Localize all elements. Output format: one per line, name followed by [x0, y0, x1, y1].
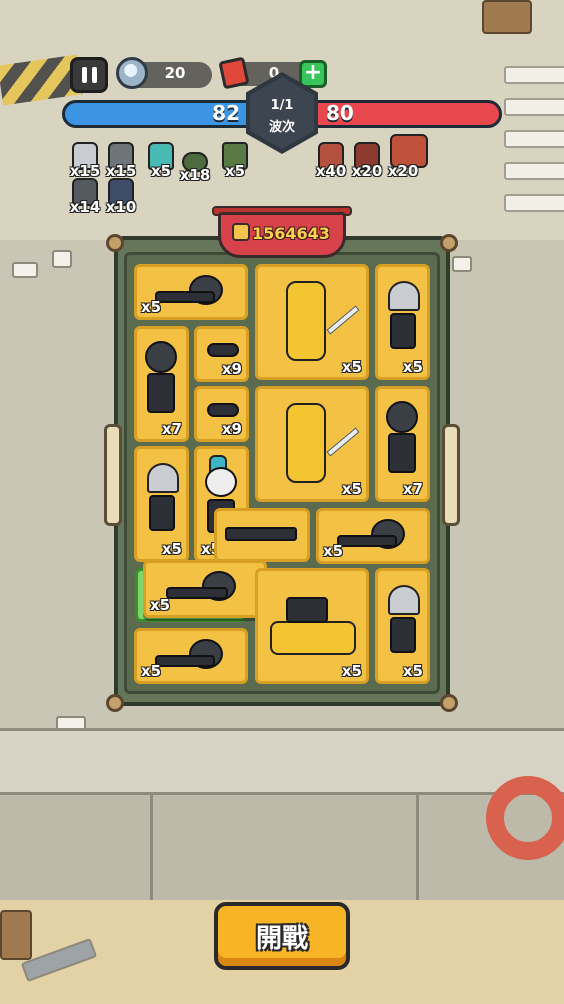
player-unit-swordsman: x15 — [104, 142, 136, 180]
enemy-unit-soldier: x40 — [314, 142, 346, 180]
corner-bolt — [440, 234, 458, 252]
player-unit-mech: x10 — [104, 178, 136, 216]
soldier-body-icon — [388, 433, 416, 473]
unit-card-crawler[interactable]: x5 — [134, 628, 248, 684]
drone-icon — [207, 343, 239, 357]
curb — [0, 728, 564, 795]
swordsman-body-icon — [390, 313, 416, 349]
wave-progress: 1/1 — [270, 98, 294, 113]
corner-bolt — [106, 694, 124, 712]
crosswalk-stripe — [504, 194, 564, 212]
unit-card-masked-soldier[interactable]: x7 — [375, 386, 430, 502]
silver-hair-icon — [147, 463, 179, 493]
gas-mask-icon — [386, 401, 418, 433]
unit-card-mech-knight[interactable]: x5 — [255, 386, 369, 502]
stone-wall — [0, 792, 564, 905]
wall-joint — [150, 792, 153, 902]
life-ring-icon — [486, 776, 564, 860]
energy-blade-icon — [326, 305, 360, 335]
player-hp-value: 82 — [212, 101, 240, 125]
unit-card-silver-swordsman[interactable]: x5 — [375, 568, 430, 684]
unit-card-tank[interactable]: x5 — [255, 568, 369, 684]
gem-icon — [116, 57, 148, 89]
crawler-body-icon — [155, 291, 215, 303]
unit-card-crawler[interactable]: x5 — [134, 264, 248, 320]
heavy-rifle-icon — [225, 527, 297, 541]
enemy-hp-value: 80 — [326, 101, 354, 125]
scroll-handle-right — [442, 424, 460, 526]
add-ticket-button[interactable]: + — [299, 60, 327, 88]
mech-knight-icon — [286, 403, 326, 483]
player-unit-silver-hair: x15 — [68, 142, 100, 180]
rifle-card[interactable] — [214, 508, 310, 562]
wave-label: 波次 — [268, 120, 295, 135]
player-unit-teal-hair: x5 — [144, 142, 174, 180]
unit-card-drone[interactable]: x9 — [194, 386, 249, 442]
enemy-unit-tank: x20 — [386, 134, 428, 180]
signpost-debris — [0, 910, 32, 960]
player-unit-tank: x5 — [218, 142, 248, 180]
wall-joint — [416, 792, 419, 902]
pause-button[interactable] — [70, 57, 108, 93]
crawler-body-icon — [337, 535, 397, 547]
corner-bolt — [440, 694, 458, 712]
unit-card-masked-soldier[interactable]: x7 — [134, 326, 189, 442]
crate-debris — [482, 0, 532, 34]
crosswalk-stripe — [504, 162, 564, 180]
silver-hair-icon — [388, 585, 420, 615]
gem-count: 20 — [164, 64, 186, 82]
soldier-body-icon — [147, 373, 175, 413]
swordsman-body-icon — [390, 617, 416, 653]
player-unit-drone: x18 — [178, 146, 210, 184]
enemy-unit-brute: x20 — [350, 142, 382, 180]
crawler-body-icon — [166, 587, 228, 599]
unit-card-silver-swordsman[interactable]: x5 — [375, 264, 430, 380]
fist-icon — [232, 223, 250, 241]
trash-debris — [52, 250, 72, 268]
tank-body-icon — [270, 621, 356, 655]
crawler-body-icon — [155, 655, 215, 667]
ticket-icon — [218, 56, 250, 90]
silver-hair-icon — [388, 281, 420, 311]
tank-turret-icon — [286, 597, 328, 623]
unit-card-crawler-dragging[interactable]: x5 — [143, 560, 267, 618]
trash-debris — [452, 256, 472, 272]
total-power: 1564643 — [252, 224, 330, 243]
drone-icon — [207, 403, 239, 417]
energy-blade-icon — [326, 427, 360, 457]
swordsman-body-icon — [149, 495, 175, 531]
unit-card-crawler[interactable]: x5 — [316, 508, 430, 564]
pause-icon — [81, 67, 87, 83]
unit-card-mech-knight[interactable]: x5 — [255, 264, 369, 380]
crosswalk-stripe — [504, 130, 564, 148]
unit-card-drone[interactable]: x9 — [194, 326, 249, 382]
crosswalk-stripe — [504, 66, 564, 84]
visor-face-icon — [205, 467, 237, 497]
unit-card-silver-swordsman[interactable]: x5 — [134, 446, 189, 562]
mech-knight-icon — [286, 281, 326, 361]
start-battle-label: 開戰 — [255, 924, 308, 954]
crosswalk-stripe — [504, 98, 564, 116]
trash-debris — [12, 262, 38, 278]
scroll-handle-left — [104, 424, 122, 526]
gas-mask-icon — [145, 341, 177, 373]
corner-bolt — [106, 234, 124, 252]
player-unit-gunner: x14 — [68, 178, 100, 216]
